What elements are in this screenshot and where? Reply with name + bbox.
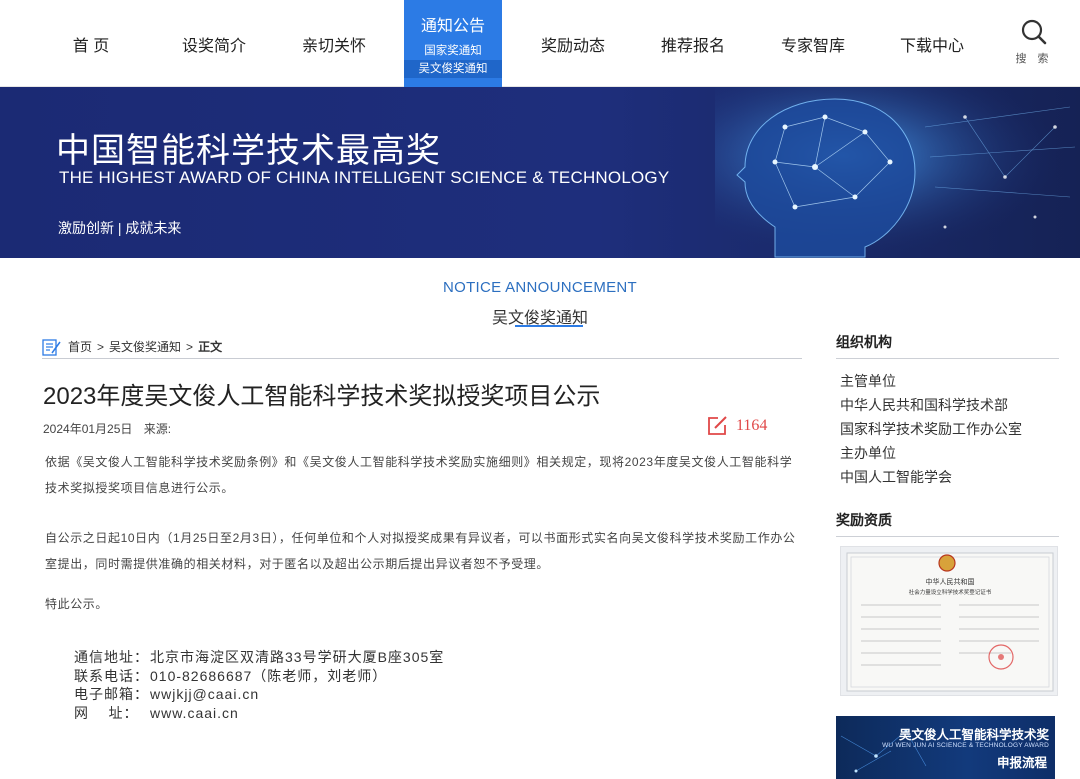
nav-experts[interactable]: 专家智库 [763, 0, 863, 87]
search-icon [1021, 19, 1047, 45]
edit-icon [708, 416, 727, 435]
breadcrumb-home[interactable]: 首页 [68, 338, 92, 355]
contact-label: 通信地址： [74, 649, 149, 665]
contact-address: 通信地址： 北京市海淀区双清路33号学研大厦B座305室 [74, 648, 444, 667]
article-paragraph-2: 自公示之日起10日内（1月25日至2月3日），任何单位和个人对拟授奖成果有异议者… [45, 531, 796, 571]
nav-sub-wuwenjun[interactable]: 吴文俊奖通知 [404, 60, 502, 78]
certificate-illustration: 中华人民共和国 社会力量设立科学技术奖登记证书 [846, 552, 1054, 692]
sidebar-org-item[interactable]: 国家科学技术奖励工作办公室 [840, 417, 1022, 441]
breadcrumb-category[interactable]: 吴文俊奖通知 [109, 338, 181, 355]
search-button[interactable]: 搜 索 [1012, 18, 1056, 68]
nav-home[interactable]: 首 页 [41, 0, 141, 87]
promo-subtitle: 申报流程 [996, 756, 1047, 770]
contact-value: 北京市海淀区双清路33号学研大厦B座305室 [150, 649, 445, 665]
nav-award-intro[interactable]: 设奖简介 [164, 0, 264, 87]
breadcrumb-current: 正文 [198, 340, 223, 354]
sidebar-org-item: 主办单位 [840, 445, 896, 461]
nav-download[interactable]: 下载中心 [882, 0, 982, 87]
hero-banner: 中国智能科学技术最高奖 THE HIGHEST AWARD OF CHINA I… [0, 87, 1080, 258]
nav-sub-national[interactable]: 国家奖通知 [404, 42, 502, 60]
section-underline [515, 325, 583, 327]
view-count-value: 1164 [736, 417, 768, 434]
promo-title: 吴文俊人工智能科学技术奖 [898, 728, 1049, 742]
apply-process-banner[interactable]: 吴文俊人工智能科学技术奖 WU WEN JUN AI SCIENCE & TEC… [836, 716, 1055, 779]
nav-nominate[interactable]: 推荐报名 [643, 0, 743, 87]
contact-label: 联系电话： [74, 667, 149, 684]
article-paragraph-1: 依据《吴文俊人工智能科学技术奖励条例》和《吴文俊人工智能科学技术奖励实施细则》相… [45, 455, 793, 495]
search-label: 搜 索 [1015, 53, 1053, 65]
contact-phone: 联系电话： 010-82686687（陈老师，刘老师） [74, 667, 444, 686]
contact-value[interactable]: wwjkjj@caai.cn [150, 685, 259, 704]
article-meta: 2024年01月25日 来源: [43, 420, 179, 437]
article-paragraph-3: 特此公示。 [45, 597, 109, 611]
sidebar-org-item: 主管单位 [840, 373, 896, 389]
promo-title-en: WU WEN JUN AI SCIENCE & TECHNOLOGY AWARD [882, 742, 1049, 749]
contact-block: 通信地址： 北京市海淀区双清路33号学研大厦B座305室 联系电话： 010-8… [74, 648, 444, 722]
contact-value: 010-82686687（陈老师，刘老师） [150, 667, 388, 684]
certificate-image[interactable]: 中华人民共和国 社会力量设立科学技术奖登记证书 [840, 546, 1058, 696]
breadcrumb-separator: > [97, 339, 105, 354]
top-nav: 首 页 设奖简介 亲切关怀 通知公告 国家奖通知 吴文俊奖通知 奖励动态 推荐报… [0, 0, 1080, 87]
breadcrumb: 首页 > 吴文俊奖通知 > 正文 [42, 335, 802, 359]
article-date: 2024年01月25日 [43, 422, 133, 436]
nav-award-news[interactable]: 奖励动态 [523, 0, 623, 87]
breadcrumb-separator: > [186, 339, 194, 354]
certificate-subtitle: 社会力量设立科学技术奖登记证书 [909, 588, 992, 596]
nav-notice-label: 通知公告 [420, 18, 485, 35]
view-count: 1164 [706, 415, 767, 437]
section-title-en: NOTICE ANNOUNCEMENT [442, 279, 638, 296]
banner-slogan: 激励创新 | 成就未来 [58, 220, 182, 236]
article-title: 2023年度吴文俊人工智能科学技术奖拟授奖项目公示 [43, 383, 601, 410]
banner-title-en: THE HIGHEST AWARD OF CHINA INTELLIGENT S… [59, 168, 670, 187]
contact-website: 网 址： www.caai.cn [74, 704, 444, 723]
contact-label: 网 址： [74, 704, 139, 721]
contact-value[interactable]: www.caai.cn [150, 704, 239, 723]
sidebar-org-item[interactable]: 中国人工智能学会 [840, 465, 1022, 489]
nav-care[interactable]: 亲切关怀 [284, 0, 384, 87]
article-source: 来源: [143, 422, 172, 436]
sidebar-org-list: 主管单位 中华人民共和国科学技术部 国家科学技术奖励工作办公室 主办单位 中国人… [840, 369, 1022, 489]
ai-head-illustration [715, 87, 1080, 258]
nav-notice[interactable]: 通知公告 国家奖通知 吴文俊奖通知 [404, 0, 502, 87]
edit-doc-icon [42, 338, 61, 356]
sidebar-org-item[interactable]: 中华人民共和国科学技术部 [840, 393, 1022, 417]
contact-label: 电子邮箱： [74, 686, 149, 702]
sidebar-qual-title: 奖励资质 [836, 510, 1059, 537]
contact-email: 电子邮箱： wwjkjj@caai.cn [74, 685, 444, 704]
certificate-title: 中华人民共和国 [926, 577, 975, 586]
sidebar-org-title: 组织机构 [836, 332, 1059, 359]
banner-title: 中国智能科学技术最高奖 [56, 131, 441, 171]
